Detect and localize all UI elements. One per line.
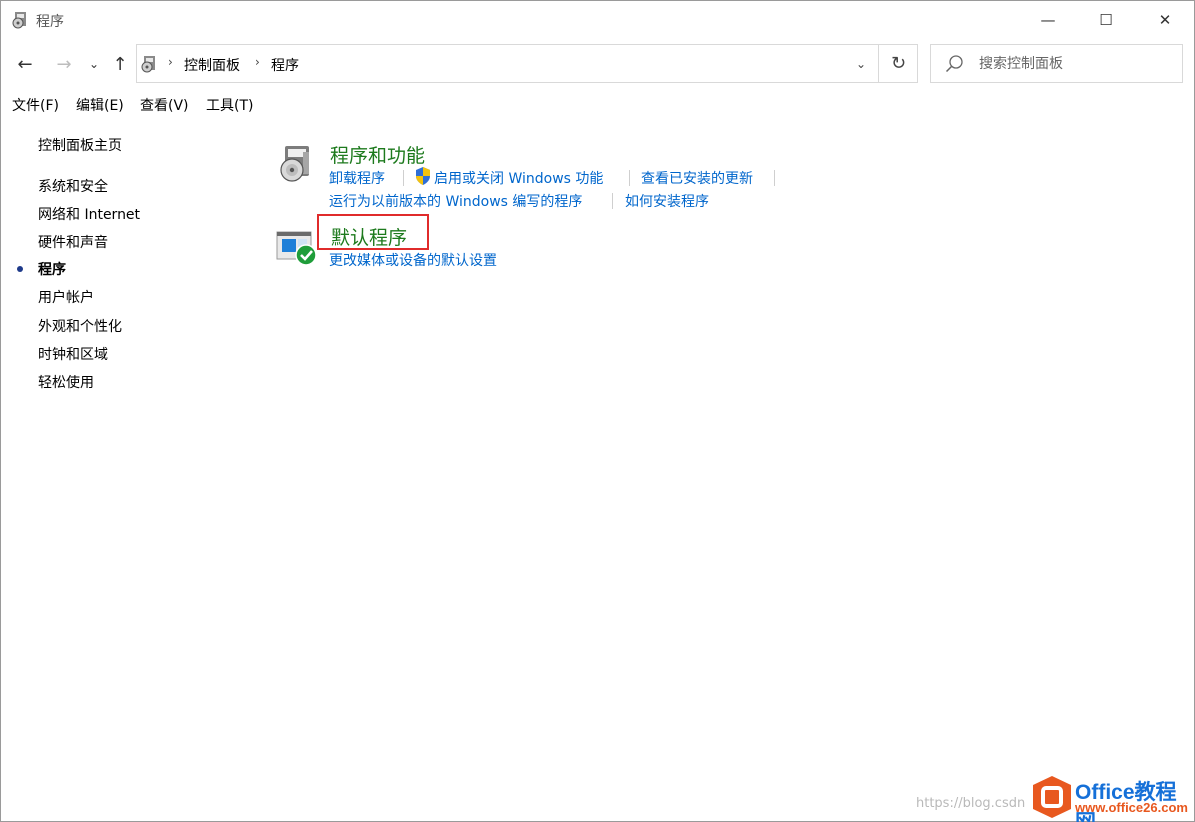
sidebar-item-appearance[interactable]: 外观和个性化 — [38, 316, 122, 336]
chevron-right-icon[interactable]: › — [168, 55, 173, 69]
link-divider — [403, 170, 404, 186]
search-icon — [945, 55, 963, 73]
sidebar-item-hardware-sound[interactable]: 硬件和声音 — [38, 232, 108, 252]
link-uninstall-program[interactable]: 卸载程序 — [329, 168, 385, 188]
watermark-url: https://blog.csdn — [916, 796, 1026, 811]
breadcrumb-control-panel[interactable]: 控制面板 — [184, 55, 240, 75]
programs-icon — [12, 12, 26, 29]
office-logo-icon — [1033, 776, 1071, 818]
title-bar: 程序 — ☐ ✕ — [1, 1, 1194, 39]
uac-shield-icon — [416, 167, 430, 185]
default-programs-icon[interactable] — [276, 229, 318, 267]
sidebar-item-ease-of-access[interactable]: 轻松使用 — [38, 372, 94, 392]
programs-features-icon[interactable] — [279, 144, 313, 184]
breadcrumb-programs[interactable]: 程序 — [271, 55, 299, 75]
sidebar-item-programs[interactable]: 程序 — [38, 259, 66, 279]
link-divider — [774, 170, 775, 186]
search-input[interactable] — [979, 53, 1174, 75]
chevron-right-icon[interactable]: › — [255, 55, 260, 69]
sidebar-item-clock-region[interactable]: 时钟和区域 — [38, 344, 108, 364]
maximize-button[interactable]: ☐ — [1077, 1, 1135, 39]
address-bar[interactable]: › 控制面板 › 程序 ⌄ ↻ — [136, 44, 918, 83]
up-button[interactable]: ↑ — [108, 51, 132, 77]
refresh-button[interactable]: ↻ — [878, 45, 918, 82]
address-dropdown-button[interactable]: ⌄ — [844, 45, 878, 82]
watermark-site: www.office26.com — [1075, 800, 1188, 815]
link-how-to-install[interactable]: 如何安装程序 — [625, 191, 709, 211]
search-box[interactable] — [930, 44, 1183, 83]
sidebar-control-panel-home[interactable]: 控制面板主页 — [38, 135, 122, 155]
menu-bar: 文件(F) 编辑(E) 查看(V) 工具(T) — [1, 91, 1194, 115]
link-change-media-defaults[interactable]: 更改媒体或设备的默认设置 — [329, 250, 497, 270]
sidebar-item-network-internet[interactable]: 网络和 Internet — [38, 204, 140, 224]
window-title: 程序 — [36, 14, 64, 30]
category-title-programs-features[interactable]: 程序和功能 — [330, 141, 425, 168]
link-view-installed-updates[interactable]: 查看已安装的更新 — [641, 168, 753, 188]
sidebar-item-system-security[interactable]: 系统和安全 — [38, 176, 108, 196]
close-button[interactable]: ✕ — [1136, 1, 1194, 39]
link-turn-windows-features[interactable]: 启用或关闭 Windows 功能 — [434, 168, 603, 188]
menu-view[interactable]: 查看(V) — [140, 95, 189, 115]
recent-locations-button[interactable]: ⌄ — [85, 51, 103, 77]
watermark-brand: Office教程网 — [1075, 781, 1177, 822]
control-panel-window: 程序 — ☐ ✕ ← → ⌄ ↑ › 控制面板 › 程序 ⌄ ↻ 文件(F) 编… — [0, 0, 1195, 822]
link-divider — [629, 170, 630, 186]
link-run-older-programs[interactable]: 运行为以前版本的 Windows 编写的程序 — [329, 191, 582, 211]
menu-edit[interactable]: 编辑(E) — [76, 95, 124, 115]
programs-icon — [141, 56, 155, 73]
minimize-button[interactable]: — — [1019, 1, 1077, 39]
link-divider — [612, 193, 613, 209]
forward-button[interactable]: → — [51, 51, 77, 77]
sidebar-item-user-accounts[interactable]: 用户帐户 — [38, 287, 94, 307]
menu-tools[interactable]: 工具(T) — [206, 95, 253, 115]
active-indicator — [17, 266, 23, 272]
back-button[interactable]: ← — [12, 51, 38, 77]
highlight-frame — [317, 214, 429, 250]
menu-file[interactable]: 文件(F) — [12, 95, 59, 115]
